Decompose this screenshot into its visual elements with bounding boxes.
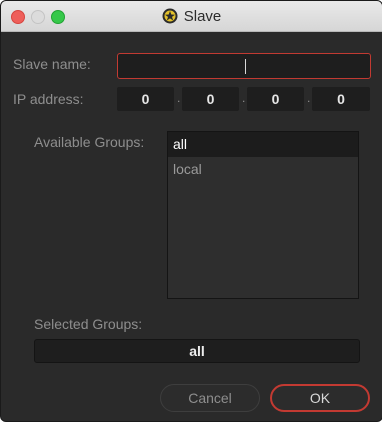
- list-item-local[interactable]: local: [168, 157, 358, 182]
- ip-octet-2[interactable]: 0: [182, 87, 239, 111]
- slave-dialog: Slave Slave name: IP address: 0 . 0 . 0 …: [0, 0, 382, 422]
- text-caret: [245, 59, 246, 74]
- selected-groups-field[interactable]: all: [34, 339, 360, 363]
- list-item-all[interactable]: all: [168, 132, 358, 157]
- window-title: Slave: [183, 7, 222, 25]
- ip-address-label: IP address:: [13, 91, 84, 107]
- selected-groups-label: Selected Groups:: [34, 316, 143, 332]
- available-groups-label: Available Groups:: [34, 134, 145, 150]
- slave-name-input[interactable]: [117, 53, 371, 79]
- ip-separator: .: [242, 91, 246, 105]
- ip-octet-4[interactable]: 0: [312, 87, 370, 111]
- ip-separator: .: [307, 91, 311, 105]
- slave-name-label: Slave name:: [13, 56, 91, 72]
- title-bar[interactable]: Slave: [1, 1, 382, 32]
- title-wrap: Slave: [1, 1, 382, 31]
- ok-button[interactable]: OK: [270, 384, 370, 412]
- fusion-logo-icon: [162, 8, 178, 24]
- cancel-button[interactable]: Cancel: [160, 384, 260, 412]
- ip-separator: .: [177, 91, 181, 105]
- ip-octet-1[interactable]: 0: [117, 87, 174, 111]
- available-groups-list[interactable]: all local: [167, 131, 359, 299]
- ip-octet-3[interactable]: 0: [247, 87, 304, 111]
